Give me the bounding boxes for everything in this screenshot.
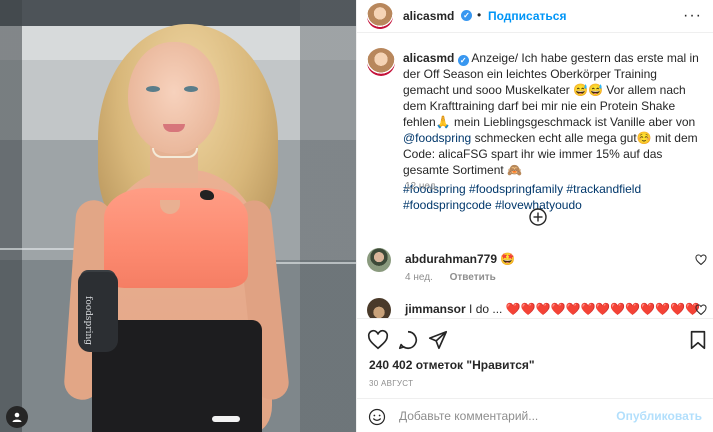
commenter-avatar[interactable] — [367, 298, 391, 318]
author-avatar[interactable] — [367, 3, 393, 29]
comment-text: abdurahman779 🤩 — [405, 252, 515, 266]
post-sidebar: alicasmd ✓ • Подписаться ··· alicasmd ✓ … — [356, 0, 713, 432]
more-options-icon[interactable]: ··· — [683, 7, 702, 25]
eye-shape — [184, 86, 198, 92]
bookmark-icon[interactable] — [687, 329, 709, 351]
caption-avatar[interactable] — [367, 48, 395, 76]
comment-meta: 4 нед. Ответить — [405, 272, 510, 283]
emoji-icon[interactable] — [368, 408, 386, 426]
likes-count[interactable]: 240 402 отметок "Нравится" — [369, 358, 535, 372]
add-comment-bar: Опубликовать — [357, 398, 713, 432]
heart-icon[interactable] — [695, 304, 707, 316]
share-icon[interactable] — [427, 329, 449, 351]
follow-button[interactable]: Подписаться — [488, 9, 566, 23]
verified-icon: ✓ — [457, 55, 469, 66]
comment-hearts: ❤️❤️❤️❤️❤️❤️❤️❤️❤️❤️❤️❤️❤️ — [505, 302, 700, 316]
publish-button[interactable]: Опубликовать — [616, 409, 702, 423]
caption-mention-link[interactable]: @foodspring — [403, 131, 471, 145]
comment-item: abdurahman779 🤩 4 нед. Ответить — [367, 248, 707, 290]
eye-shape — [146, 86, 160, 92]
shaker-label: foodspring — [83, 296, 93, 346]
necklace-shape — [152, 148, 198, 158]
face-shape — [128, 42, 220, 154]
comment-input[interactable] — [399, 407, 619, 425]
commenter-username[interactable]: abdurahman779 — [405, 252, 497, 266]
caption-hashtags[interactable]: #foodspring #foodspringfamily #trackandf… — [403, 181, 703, 213]
user-tag-icon — [12, 412, 22, 422]
comment-icon[interactable] — [397, 329, 419, 351]
comment-body: I do ... — [469, 302, 503, 316]
author-username[interactable]: alicasmd — [403, 9, 454, 23]
heart-icon[interactable] — [695, 254, 707, 266]
commenter-username[interactable]: jimmansor — [405, 302, 466, 316]
comment-age[interactable]: 4 нед. — [405, 272, 433, 283]
top-logo-shape — [200, 190, 214, 200]
post-caption: alicasmd ✓ Anzeige/ Ich habe gestern das… — [403, 50, 703, 213]
post-header: alicasmd ✓ • Подписаться ··· — [357, 0, 713, 33]
caption-timestamp[interactable]: 12 нед. — [405, 181, 438, 192]
heart-icon[interactable] — [367, 329, 389, 351]
caption-username[interactable]: alicasmd — [403, 51, 454, 65]
comment-text: jimmansor I do ... ❤️❤️❤️❤️❤️❤️❤️❤️❤️❤️❤… — [405, 302, 700, 316]
comment-body: 🤩 — [500, 252, 516, 266]
post-date[interactable]: 30 АВГУСТ — [369, 379, 413, 388]
bracelet-shape — [212, 416, 240, 422]
post-photo[interactable]: foodspring — [0, 0, 356, 432]
user-tag-button[interactable] — [6, 406, 28, 428]
reply-button[interactable]: Ответить — [450, 272, 496, 283]
comment-item: jimmansor I do ... ❤️❤️❤️❤️❤️❤️❤️❤️❤️❤️❤… — [367, 298, 707, 318]
verified-icon: ✓ — [461, 10, 472, 21]
separator-dot: • — [477, 8, 482, 22]
plus-circle-icon[interactable] — [529, 208, 547, 226]
commenter-avatar[interactable] — [367, 248, 391, 272]
